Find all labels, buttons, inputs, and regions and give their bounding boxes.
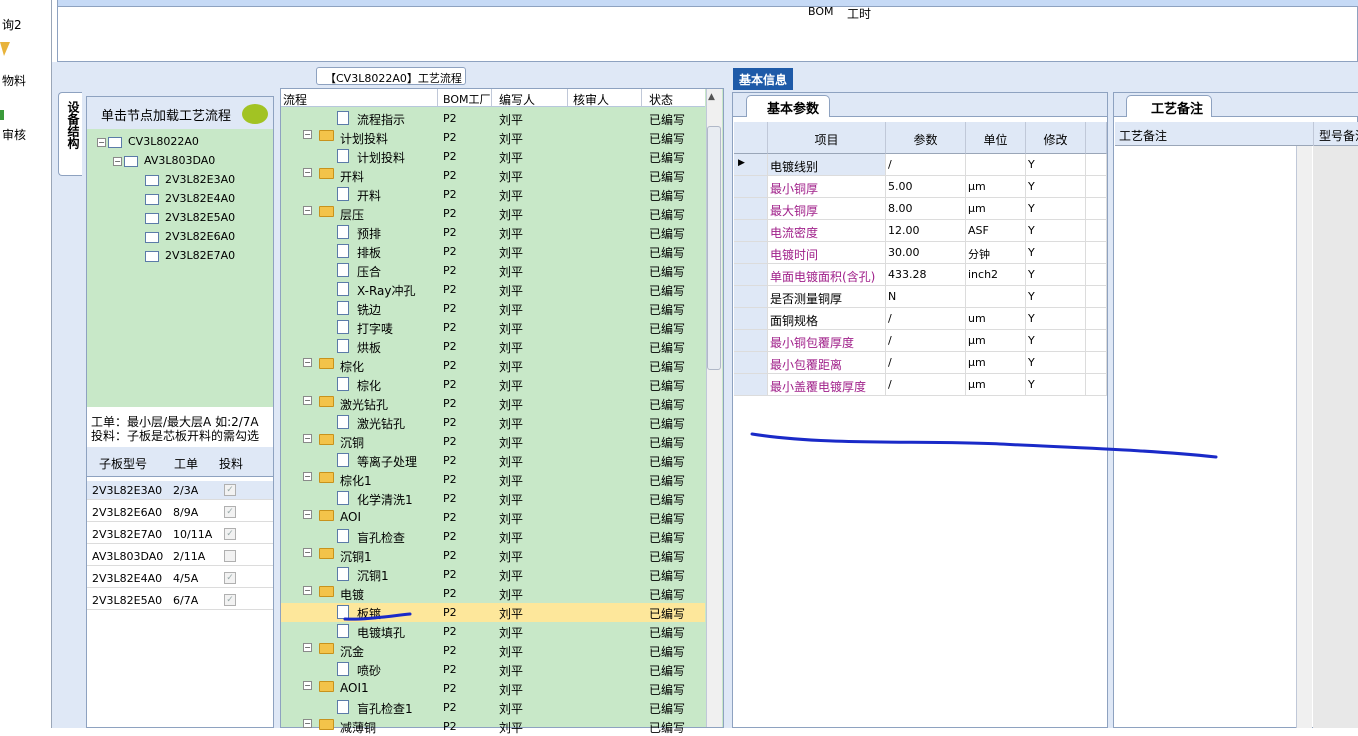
annotation-overlay: [343, 432, 1218, 621]
annotation-underline-board-plating: [343, 612, 412, 621]
annotation-underline-params: [750, 432, 1218, 459]
